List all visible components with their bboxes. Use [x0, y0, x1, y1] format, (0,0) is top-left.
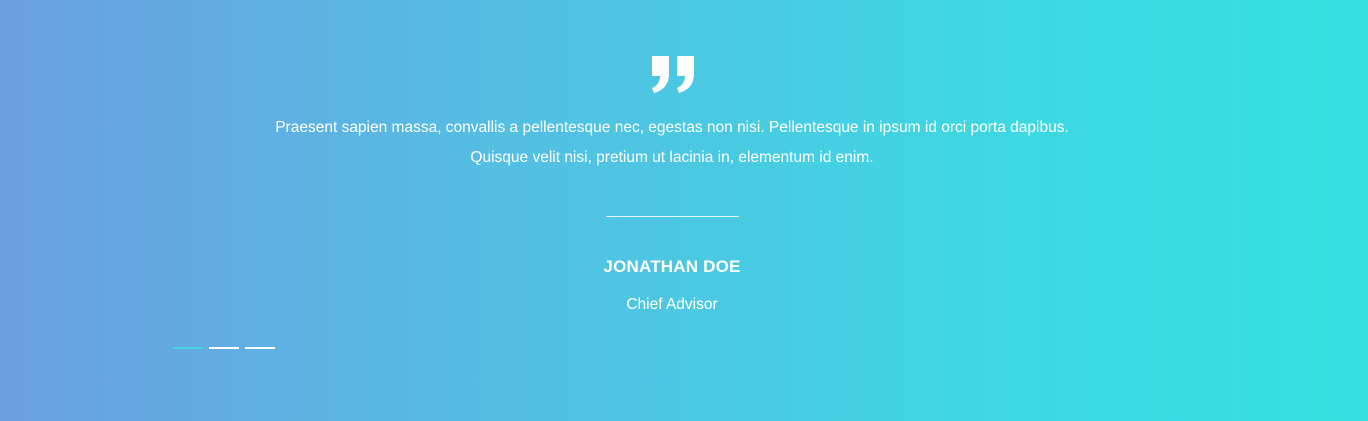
divider — [606, 216, 739, 217]
slider-dot-3[interactable] — [245, 347, 275, 349]
author-name: JONATHAN DOE — [603, 257, 741, 276]
author-role: Chief Advisor — [626, 296, 718, 313]
slider-dot-1[interactable] — [173, 347, 203, 349]
testimonial-text: Praesent sapien massa, convallis a pelle… — [275, 119, 1069, 166]
quote-mark-icon — [650, 54, 696, 94]
slider-dot-2[interactable] — [209, 347, 239, 349]
testimonial-section: Praesent sapien massa, convallis a pelle… — [0, 0, 1368, 421]
slider-pagination — [173, 347, 275, 351]
